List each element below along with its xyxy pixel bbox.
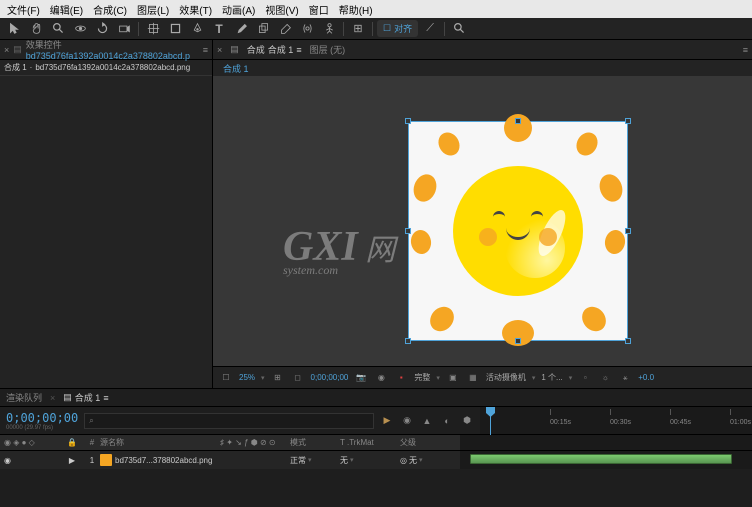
selected-layer[interactable] [408, 121, 628, 341]
zoom-value[interactable]: 25% [239, 373, 255, 382]
anchor-tool-icon[interactable] [143, 20, 163, 38]
snapshot-icon[interactable]: 📷 [354, 371, 368, 385]
menu-window[interactable]: 窗口 [306, 2, 332, 17]
menu-layer[interactable]: 图层(L) [134, 2, 172, 17]
handle-se[interactable] [625, 338, 631, 344]
timeline-panel: 渲染队列 × ▤ 合成 1 ≡ 0;00;00;00 00000 (29.97 … [0, 388, 752, 507]
channel-icon[interactable]: ◉ [374, 371, 388, 385]
menu-help[interactable]: 帮助(H) [336, 2, 376, 17]
panel-close-icon[interactable]: ≡ [203, 45, 208, 55]
resolution-icon[interactable]: ⊞ [271, 371, 285, 385]
menu-edit[interactable]: 编辑(E) [47, 2, 86, 17]
viewer-tab-layer[interactable]: 图层 (无) [310, 43, 346, 56]
shape-tool-icon[interactable] [165, 20, 185, 38]
transparency-icon[interactable]: ▦ [466, 371, 480, 385]
region-icon[interactable]: ▣ [446, 371, 460, 385]
lock-icon[interactable]: ▤ [13, 44, 22, 55]
panel-menu-icon[interactable]: × [4, 45, 9, 55]
time-ruler[interactable]: 00:15s 00:30s 00:45s 01:00s [480, 407, 752, 435]
tab-render-queue[interactable]: 渲染队列 [6, 391, 42, 404]
layer-color-icon [100, 454, 112, 466]
draft3d-icon[interactable]: ◉ [400, 414, 414, 428]
orbit-tool-icon[interactable] [70, 20, 90, 38]
playhead[interactable] [490, 407, 491, 435]
rotate-tool-icon[interactable] [92, 20, 112, 38]
handle-e[interactable] [625, 228, 631, 234]
framerate: 00000 (29.97 fps) [6, 425, 78, 431]
effects-panel-sub: 合成 1·bd735d76fa1392a0014c2a378802abcd.pn… [0, 60, 212, 76]
watermark: GXI 网 system.com [283, 226, 395, 276]
effects-tab-label[interactable]: 效果控件 bd735d76fa1392a0014c2a378802abcd.p [26, 38, 199, 61]
composition-viewer: × ▤ 合成 合成 1 ≡ 图层 (无) ≡ 合成 1 [213, 40, 752, 388]
menu-animation[interactable]: 动画(A) [219, 2, 258, 17]
layer-name: bd735d7...378802abcd.png [115, 456, 212, 465]
handle-s[interactable] [515, 338, 521, 344]
grid-icon[interactable]: ☐ [219, 371, 233, 385]
3d-view-icon[interactable]: ▫ [578, 371, 592, 385]
layer-duration-bar[interactable] [470, 454, 732, 464]
exposure-value[interactable]: +0.0 [638, 373, 654, 382]
mask-icon[interactable]: ◻ [291, 371, 305, 385]
viewer-footer: ☐ 25% ▾ ⊞ ◻ 0;00;00;00 📷 ◉ ▪ 完整▾ ▣ ▦ 活动摄… [213, 366, 752, 388]
menu-view[interactable]: 视图(V) [262, 2, 301, 17]
brush-tool-icon[interactable] [231, 20, 251, 38]
roto-tool-icon[interactable] [297, 20, 317, 38]
selection-tool-icon[interactable] [4, 20, 24, 38]
viewer-lock-icon[interactable]: ▤ [230, 44, 239, 55]
zoom-tool-icon[interactable] [48, 20, 68, 38]
handle-ne[interactable] [625, 118, 631, 124]
camera-tool-icon[interactable] [114, 20, 134, 38]
sun-image [409, 122, 627, 340]
time-value[interactable]: 0;00;00;00 [311, 373, 349, 382]
framemix-icon[interactable]: ◐ [440, 414, 454, 428]
effects-panel-body [0, 76, 212, 388]
shy-icon[interactable]: ▲ [420, 414, 434, 428]
effects-panel: × ▤ 效果控件 bd735d76fa1392a0014c2a378802abc… [0, 40, 213, 388]
resolution-value[interactable]: 完整 [414, 372, 430, 383]
pen-tool-icon[interactable] [187, 20, 207, 38]
text-tool-icon[interactable]: T [209, 20, 229, 38]
axis-x-icon[interactable]: ⟋ [420, 20, 440, 38]
camera-value[interactable]: 活动摄像机 [486, 372, 526, 383]
color-icon[interactable]: ▪ [394, 371, 408, 385]
handle-nw[interactable] [405, 118, 411, 124]
timeline-columns: ◉ ◈ ● ◇ 🔒 # 源名称 ♯ ✦ ↘ ƒ ⬢ ⊘ ⊙ 模式 T .TrkM… [0, 435, 752, 451]
motionblur-icon[interactable]: ⬢ [460, 414, 474, 428]
search-icon[interactable] [449, 20, 469, 38]
viewer-close-icon[interactable]: × [217, 45, 222, 55]
snap-toggle[interactable]: 对齐 [377, 20, 418, 37]
search-input[interactable] [84, 413, 374, 429]
menu-effect[interactable]: 效果(T) [176, 2, 215, 17]
viewer-breadcrumb[interactable]: 合成 1 [213, 60, 752, 76]
handle-w[interactable] [405, 228, 411, 234]
tab-comp[interactable]: ▤ 合成 1 ≡ [63, 391, 108, 404]
menu-comp[interactable]: 合成(C) [90, 2, 130, 17]
puppet-tool-icon[interactable] [319, 20, 339, 38]
localaxis-tool-icon[interactable]: ⊞ [348, 20, 368, 38]
viewer-tab-comp[interactable]: 合成 合成 1 ≡ [247, 43, 302, 56]
menu-bar: 文件(F) 编辑(E) 合成(C) 图层(L) 效果(T) 动画(A) 视图(V… [0, 0, 752, 18]
comp-flowchart-icon[interactable]: ▶ [380, 414, 394, 428]
toolbar: T ⊞ 对齐 ⟋ [0, 18, 752, 40]
hand-tool-icon[interactable] [26, 20, 46, 38]
menu-file[interactable]: 文件(F) [4, 2, 43, 17]
share-icon[interactable]: ⚹ [618, 371, 632, 385]
atom-icon[interactable]: ☼ [598, 371, 612, 385]
timecode[interactable]: 0;00;00;00 [6, 411, 78, 425]
viewport[interactable]: GXI 网 system.com [213, 76, 752, 366]
layer-row[interactable]: ◉ ▶ 1 bd735d7...378802abcd.png 正常▾ 无▾ ◎ … [0, 451, 752, 469]
view-count[interactable]: 1 个... [541, 372, 562, 383]
eraser-tool-icon[interactable] [275, 20, 295, 38]
handle-n[interactable] [515, 118, 521, 124]
handle-sw[interactable] [405, 338, 411, 344]
viewer-menu-icon[interactable]: ≡ [743, 45, 748, 55]
clone-tool-icon[interactable] [253, 20, 273, 38]
